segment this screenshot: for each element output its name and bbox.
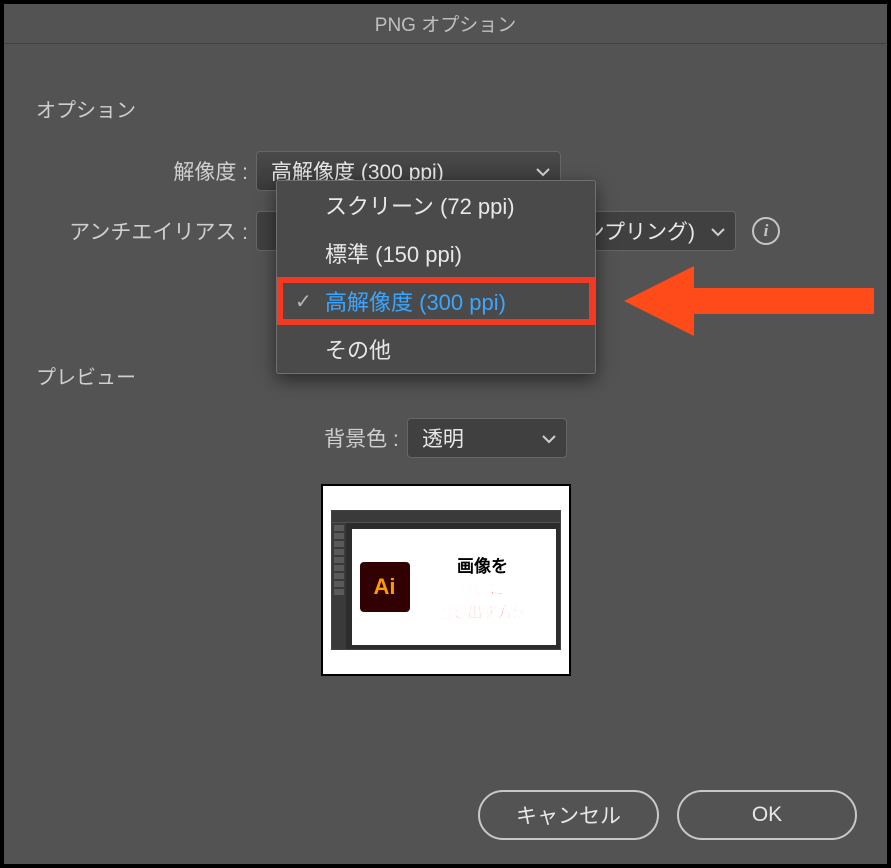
dropdown-item-label: スクリーン (72 ppi) xyxy=(325,189,515,221)
chevron-down-icon xyxy=(711,219,725,243)
preview-thumbnail: Ai 画像を 綺麗に 書き出す方法 xyxy=(321,484,571,676)
thumbnail-text: 画像を 綺麗に 書き出す方法 xyxy=(418,552,548,622)
annotation-arrow-icon xyxy=(624,266,874,336)
thumbnail-canvas: Ai 画像を 綺麗に 書き出す方法 xyxy=(352,529,556,645)
check-icon: ✓ xyxy=(295,289,312,314)
antialias-label: アンチエイリアス : xyxy=(34,216,256,246)
cancel-button-label: キャンセル xyxy=(516,800,621,830)
dropdown-item-standard[interactable]: 標準 (150 ppi) xyxy=(277,229,595,277)
thumbnail-app-window: Ai 画像を 綺麗に 書き出す方法 xyxy=(331,510,561,650)
png-options-dialog: PNG オプション オプション 解像度 : 高解像度 (300 ppi) アンチ… xyxy=(4,4,887,864)
dialog-titlebar: PNG オプション xyxy=(4,4,887,44)
background-color-row: 背景色 : 透明 xyxy=(34,418,857,458)
background-color-label: 背景色 : xyxy=(324,423,399,453)
resolution-dropdown: スクリーン (72 ppi) 標準 (150 ppi) ✓ 高解像度 (300 … xyxy=(276,180,596,374)
chevron-down-icon xyxy=(542,426,556,450)
ai-logo-icon: Ai xyxy=(360,562,410,612)
cancel-button[interactable]: キャンセル xyxy=(478,790,659,840)
dialog-button-row: キャンセル OK xyxy=(478,790,857,840)
thumbnail-toolbar xyxy=(332,523,346,649)
dropdown-item-other[interactable]: その他 xyxy=(277,325,595,373)
background-color-select[interactable]: 透明 xyxy=(407,418,567,458)
options-section-title: オプション xyxy=(36,94,857,123)
dropdown-item-high[interactable]: ✓ 高解像度 (300 ppi) xyxy=(277,277,595,325)
dropdown-item-label: 標準 (150 ppi) xyxy=(325,237,462,269)
thumb-text-line-1: 画像を xyxy=(457,552,508,577)
dropdown-item-screen[interactable]: スクリーン (72 ppi) xyxy=(277,181,595,229)
thumb-text-line-3: 書き出す方法 xyxy=(437,601,527,622)
dropdown-item-label: 高解像度 (300 ppi) xyxy=(325,285,506,317)
ok-button[interactable]: OK xyxy=(677,790,857,840)
thumbnail-menubar xyxy=(332,511,560,523)
ok-button-label: OK xyxy=(752,803,782,827)
dropdown-item-label: その他 xyxy=(325,333,391,365)
background-color-value: 透明 xyxy=(422,423,464,453)
preview-thumbnail-container: Ai 画像を 綺麗に 書き出す方法 xyxy=(34,484,857,676)
info-icon[interactable]: i xyxy=(752,217,780,245)
dialog-title: PNG オプション xyxy=(375,10,516,37)
thumb-text-line-2: 綺麗に xyxy=(462,579,504,599)
antialias-visible-text: ンプリング) xyxy=(584,216,695,246)
resolution-label: 解像度 : xyxy=(34,156,256,186)
